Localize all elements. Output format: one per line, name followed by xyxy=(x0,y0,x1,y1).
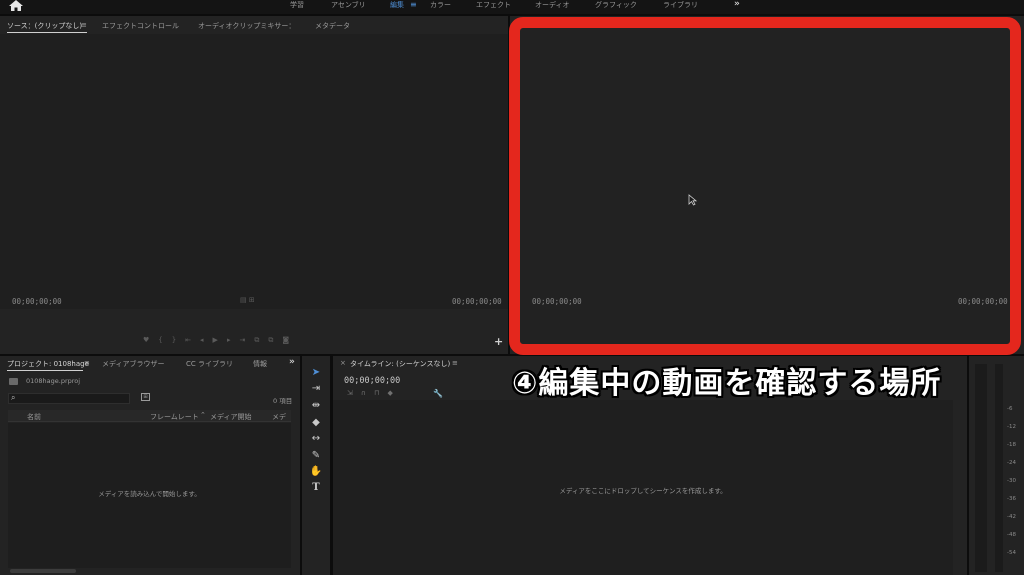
workspace-tab-libraries[interactable]: ライブラリ xyxy=(663,0,698,12)
annotation-caption: ④編集中の動画を確認する場所 xyxy=(512,366,942,401)
timeline-toolbar[interactable]: ⇲∩⊓◆ xyxy=(347,389,401,397)
horizontal-scrollbar[interactable] xyxy=(10,569,76,573)
search-icon: ⌕ xyxy=(11,393,16,402)
column-name[interactable]: 名前 xyxy=(27,412,41,422)
type-tool-icon[interactable]: T xyxy=(309,481,323,495)
meter-tick: -42 xyxy=(1007,514,1016,520)
hand-tool-icon[interactable]: ✋ xyxy=(309,465,323,479)
add-button[interactable]: + xyxy=(494,335,503,348)
ripple-edit-tool-icon[interactable]: ⇹ xyxy=(309,399,323,413)
workspace-tab-audio[interactable]: オーディオ xyxy=(535,0,570,12)
track-select-tool-icon[interactable]: ⇥ xyxy=(309,382,323,396)
workspace-tab-editing[interactable]: 編集 xyxy=(390,0,404,12)
audio-meter-bar xyxy=(975,364,987,572)
project-file-name: 0108hage.prproj xyxy=(26,377,81,385)
empty-project-message: メディアを読み込んで開始します。 xyxy=(98,490,201,498)
tab-active-underline xyxy=(7,32,87,33)
workspace-tab-effects[interactable]: エフェクト xyxy=(476,0,511,12)
workspace-bar: 学習 アセンブリ 編集 ≡ カラー エフェクト オーディオ グラフィック ライブ… xyxy=(0,0,1024,14)
tab-menu-icon[interactable]: ≡ xyxy=(84,358,90,368)
tab-metadata[interactable]: メタデータ xyxy=(315,21,350,31)
search-input[interactable]: ⌕ xyxy=(8,393,130,404)
item-count: 0 項目 xyxy=(273,397,293,405)
selection-tool-icon[interactable]: ➤ xyxy=(309,366,323,380)
source-monitor-panel: ソース：(クリップなし) ≡ エフェクトコントロール オーディオクリップミキサー… xyxy=(0,16,508,354)
close-icon[interactable]: × xyxy=(340,359,346,367)
meter-tick: -48 xyxy=(1007,532,1016,538)
timeline-timecode[interactable]: 00;00;00;00 xyxy=(344,376,400,386)
meter-tick: -30 xyxy=(1007,478,1016,484)
workspace-menu-icon[interactable]: ≡ xyxy=(410,0,417,10)
transport-controls[interactable]: ♥{}⇤◂▶▸⇥⧉⧉◙ xyxy=(143,336,298,345)
more-workspaces-icon[interactable]: » xyxy=(734,0,740,9)
meter-tick: -6 xyxy=(1007,406,1013,412)
tab-audio-clip-mixer[interactable]: オーディオクリップミキサー： xyxy=(198,21,295,31)
timeline-track-area[interactable]: メディアをここにドロップしてシーケンスを作成します。 xyxy=(333,400,953,575)
program-monitor-highlight xyxy=(509,17,1021,355)
workspace-tab-assembly[interactable]: アセンブリ xyxy=(331,0,366,12)
pen-tool-icon[interactable]: ✎ xyxy=(309,449,323,463)
tab-project[interactable]: プロジェクト: 0108hage xyxy=(7,359,89,369)
razor-tool-icon[interactable]: ◆ xyxy=(309,416,323,430)
tab-menu-icon[interactable]: ≡ xyxy=(452,358,458,368)
project-folder-icon xyxy=(9,378,18,385)
tab-menu-icon[interactable]: ≡ xyxy=(81,20,87,30)
tab-info[interactable]: 情報 xyxy=(253,359,267,369)
audio-meter-bar xyxy=(995,364,1003,572)
workspace-tab-learn[interactable]: 学習 xyxy=(290,0,304,12)
tab-active-underline xyxy=(7,370,83,371)
workspace-tab-graphics[interactable]: グラフィック xyxy=(595,0,637,12)
meter-tick: -54 xyxy=(1007,550,1016,556)
meter-tick: -36 xyxy=(1007,496,1016,502)
column-media-start[interactable]: メディア開始 xyxy=(210,412,252,422)
fit-dropdown-icon[interactable]: ▤ ⊞ xyxy=(240,296,255,304)
project-panel: プロジェクト: 0108hage ≡ メディアブラウザー CC ライブラリ 情報… xyxy=(0,356,300,575)
project-item-list[interactable]: メディアを読み込んで開始します。 xyxy=(8,423,291,568)
workspace-tab-color[interactable]: カラー xyxy=(430,0,451,12)
home-icon[interactable] xyxy=(9,0,25,12)
sort-icon[interactable]: ⌃ xyxy=(200,411,206,419)
column-header-row: 名前 フレームレート ⌃ メディア開始 メディ xyxy=(8,410,291,431)
meter-tick: -12 xyxy=(1007,424,1016,430)
empty-timeline-message: メディアをここにドロップしてシーケンスを作成します。 xyxy=(559,487,727,495)
tab-effect-controls[interactable]: エフェクトコントロール xyxy=(102,21,179,31)
wrench-icon[interactable]: 🔧 xyxy=(433,389,443,398)
new-bin-icon[interactable]: ⊞ xyxy=(141,393,150,401)
tab-cc-libraries[interactable]: CC ライブラリ xyxy=(186,359,233,369)
tools-panel: ➤ ⇥ ⇹ ◆ ↔ ✎ ✋ T xyxy=(302,356,330,575)
source-timecode-current[interactable]: 00;00;00;00 xyxy=(12,297,62,306)
tab-source[interactable]: ソース：(クリップなし) xyxy=(7,21,82,31)
column-frame-rate[interactable]: フレームレート xyxy=(150,412,199,422)
source-timecode-duration: 00;00;00;00 xyxy=(452,297,502,306)
slip-tool-icon[interactable]: ↔ xyxy=(309,432,323,446)
source-viewer[interactable] xyxy=(0,34,508,309)
meter-tick: -24 xyxy=(1007,460,1016,466)
tab-timeline[interactable]: タイムライン: (シーケンスなし) xyxy=(350,359,450,369)
tab-media-browser[interactable]: メディアブラウザー xyxy=(102,359,165,369)
meter-tick: -18 xyxy=(1007,442,1016,448)
more-tabs-icon[interactable]: » xyxy=(289,357,295,367)
